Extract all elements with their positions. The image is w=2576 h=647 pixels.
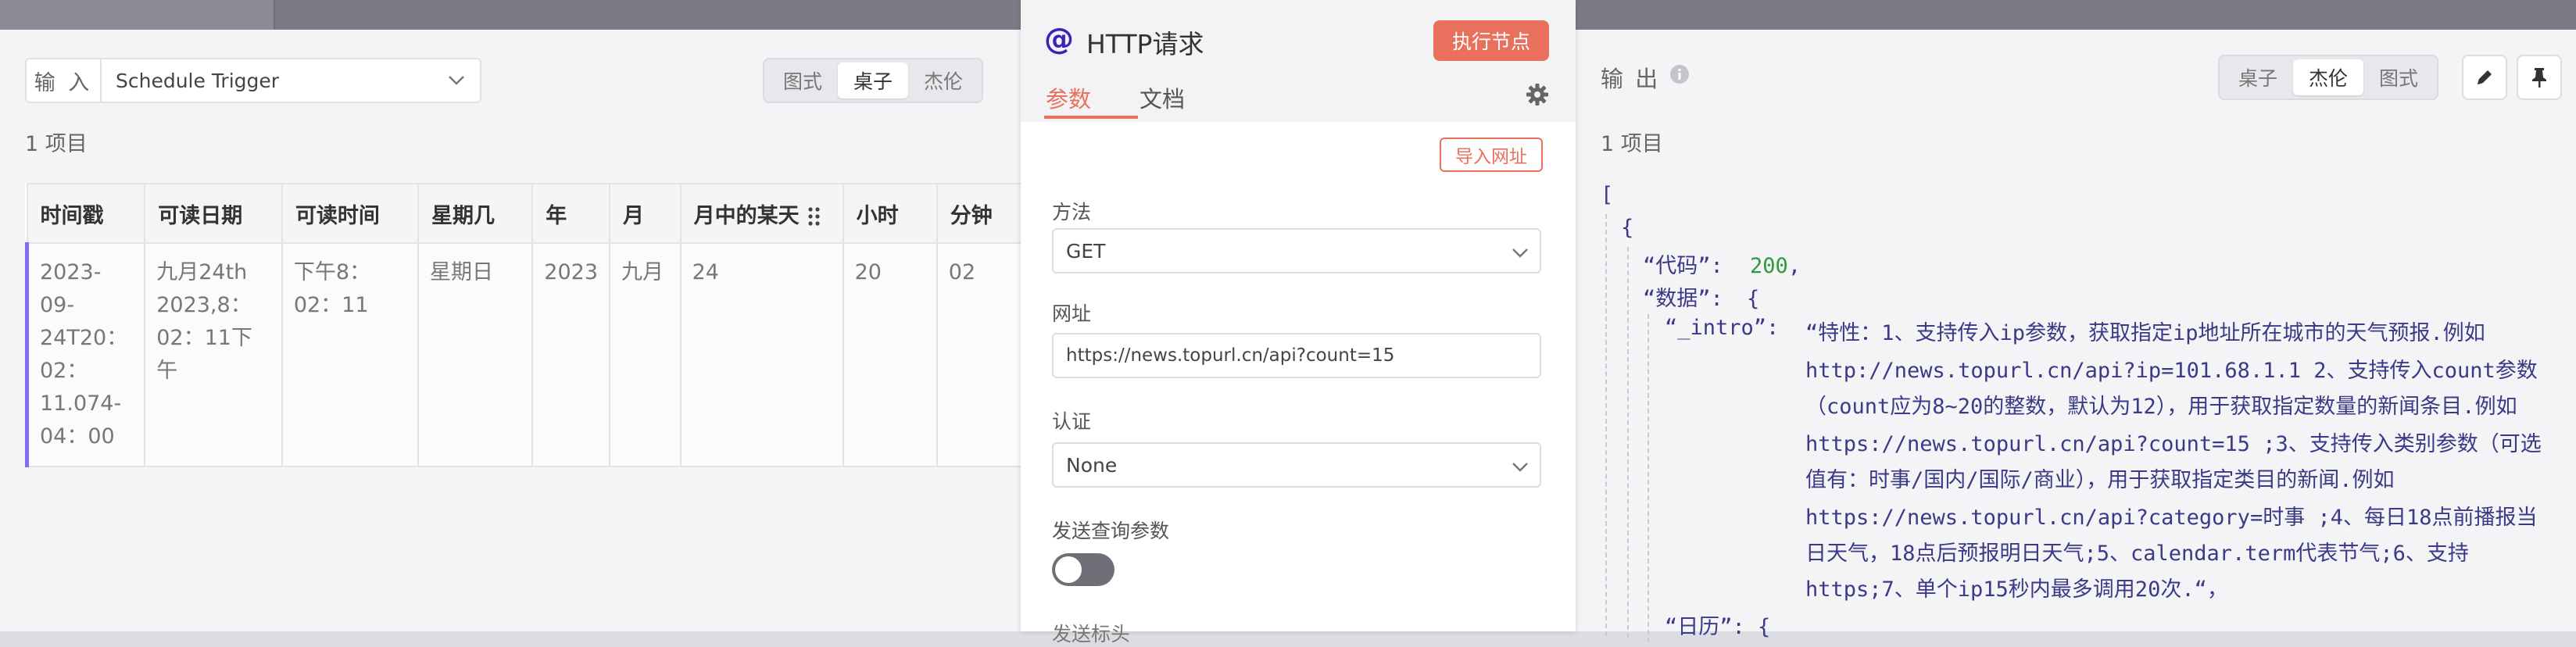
gear-icon[interactable] bbox=[1526, 83, 1549, 109]
edit-output-button[interactable] bbox=[2462, 55, 2507, 100]
output-panel: 输 出 桌子 杰伦 图式 1 项目 [ { “代码”: 200, “数据”: {… bbox=[1576, 30, 2576, 642]
column-header-day-of-month[interactable]: 月中的某天 bbox=[679, 183, 844, 244]
column-header-minute[interactable]: 分钟 bbox=[936, 183, 1032, 244]
pencil-icon bbox=[2478, 70, 2492, 84]
toggle-knob bbox=[1055, 556, 1082, 583]
json-string-line: （count应为8~20的整数，默认为12），用于获取指定数量的新闻条目.例如 bbox=[1805, 395, 2517, 419]
output-title: 输 出 bbox=[1601, 66, 1661, 92]
json-key: “日历”: { bbox=[1665, 615, 1771, 639]
method-label: 方法 bbox=[1052, 201, 1092, 223]
url-input[interactable]: https://news.topurl.cn/api?count=15 bbox=[1052, 333, 1541, 378]
chevron-down-icon bbox=[1512, 455, 1529, 477]
input-view-schema[interactable]: 图式 bbox=[767, 63, 838, 98]
execute-node-button[interactable]: 执行节点 bbox=[1433, 20, 1549, 61]
tab-parameters[interactable]: 参数 bbox=[1046, 81, 1091, 114]
send-query-label: 发送查询参数 bbox=[1052, 520, 1170, 542]
import-url-button[interactable]: 导入网址 bbox=[1440, 138, 1543, 172]
input-label: 输 入 bbox=[27, 59, 102, 102]
json-string-line: 值有：时事/国内/国际/商业），用于获取指定类目的新闻.例如 bbox=[1805, 468, 2395, 492]
json-code-line: “代码”: 200, bbox=[1643, 248, 1801, 279]
cell-month: 九月 bbox=[609, 242, 682, 467]
cell-weekday: 星期日 bbox=[417, 242, 534, 467]
send-headers-label: 发送标头 bbox=[1052, 623, 1131, 645]
chevron-down-icon bbox=[433, 75, 480, 86]
pin-data-button[interactable] bbox=[2517, 55, 2562, 100]
json-string-line: 日天气，18点后预报明日天气;5、calendar.term代表节气;6、支持 bbox=[1805, 542, 2469, 566]
column-header-weekday[interactable]: 星期几 bbox=[417, 183, 534, 244]
output-view-switcher: 桌子 杰伦 图式 bbox=[2218, 55, 2439, 100]
input-item-count: 1 项目 bbox=[25, 132, 88, 156]
cell-minute: 02 bbox=[936, 242, 1032, 467]
json-number: 200 bbox=[1750, 254, 1788, 278]
cell-readable-date: 九月24th 2023,8： 02：11下午 bbox=[144, 242, 283, 467]
url-label: 网址 bbox=[1052, 302, 1092, 325]
tab-docs[interactable]: 文档 bbox=[1140, 81, 1185, 114]
info-icon[interactable] bbox=[1669, 64, 1690, 88]
dialog-header: @ HTTP请求 执行节点 参数 文档 bbox=[1021, 0, 1576, 122]
at-sign-icon: @ bbox=[1044, 22, 1074, 56]
input-data-table: 时间戳 可读日期 可读时间 星期几 年 月 月中的某天 小时 分钟 2023-0… bbox=[25, 183, 1032, 467]
method-select[interactable]: GET bbox=[1052, 228, 1541, 273]
input-panel: 输 入 Schedule Trigger 图式 桌子 杰伦 1 项目 时间戳 可… bbox=[0, 30, 1032, 631]
json-string-line: https;7、单个ip15秒内最多调用20次.“， bbox=[1805, 577, 2228, 602]
drag-handle-icon[interactable] bbox=[807, 206, 821, 227]
json-guide-line bbox=[1627, 247, 1629, 638]
top-bar-left bbox=[0, 0, 275, 30]
column-header-month[interactable]: 月 bbox=[609, 183, 682, 244]
auth-label: 认证 bbox=[1052, 410, 1092, 433]
json-string-line: “特性：1、支持传入ip参数，获取指定ip地址所在城市的天气预报.例如 bbox=[1805, 321, 2485, 345]
cell-timestamp: 2023-09- 24T20： 02： 11.074- 04：00 bbox=[25, 242, 146, 467]
input-view-json[interactable]: 杰伦 bbox=[908, 63, 979, 98]
table-row: 2023-09- 24T20： 02： 11.074- 04：00 九月24th… bbox=[25, 242, 1032, 467]
json-open-bracket: [ bbox=[1601, 183, 1614, 207]
active-tab-indicator bbox=[1044, 116, 1138, 119]
json-comma: , bbox=[1787, 254, 1801, 278]
method-value: GET bbox=[1066, 239, 1106, 263]
input-node-value: Schedule Trigger bbox=[116, 69, 280, 92]
json-string-line: http://news.topurl.cn/api?ip=101.68.1.1 … bbox=[1805, 359, 2538, 383]
json-key: “_intro”: bbox=[1665, 316, 1780, 340]
cell-year: 2023 bbox=[531, 242, 611, 467]
column-header-day-of-month-label: 月中的某天 bbox=[693, 203, 800, 228]
json-key: “代码”: bbox=[1643, 254, 1723, 278]
column-header-timestamp[interactable]: 时间戳 bbox=[26, 183, 146, 244]
input-view-switcher: 图式 桌子 杰伦 bbox=[763, 58, 984, 103]
column-header-year[interactable]: 年 bbox=[531, 183, 611, 244]
input-node-select[interactable]: 输 入 Schedule Trigger bbox=[25, 58, 481, 103]
json-string-line: https://news.topurl.cn/api?count=15 ;3、支… bbox=[1805, 432, 2542, 456]
http-request-node-dialog: @ HTTP请求 执行节点 参数 文档 导入网址 方法 GET 网址 https… bbox=[1021, 0, 1576, 645]
json-key: “数据”: bbox=[1643, 287, 1723, 311]
json-open-brace: { bbox=[1621, 216, 1634, 240]
chevron-down-icon bbox=[1512, 241, 1529, 263]
column-header-readable-time[interactable]: 可读时间 bbox=[281, 183, 419, 244]
cell-day-of-month: 24 bbox=[679, 242, 844, 467]
auth-select[interactable]: None bbox=[1052, 442, 1541, 488]
column-header-readable-date[interactable]: 可读日期 bbox=[144, 183, 283, 244]
json-data-line: “数据”: { bbox=[1643, 281, 1759, 312]
dialog-title: HTTP请求 bbox=[1086, 29, 1204, 59]
send-query-toggle[interactable] bbox=[1052, 553, 1114, 586]
json-string-line: https://news.topurl.cn/api?category=时事 ;… bbox=[1805, 506, 2538, 530]
output-view-schema[interactable]: 图式 bbox=[2363, 59, 2434, 95]
output-item-count: 1 项目 bbox=[1601, 132, 1663, 156]
json-guide-line bbox=[1605, 214, 1607, 636]
auth-value: None bbox=[1066, 453, 1118, 477]
output-view-table[interactable]: 桌子 bbox=[2223, 59, 2293, 95]
cell-readable-time: 下午8： 02：11 bbox=[281, 242, 419, 467]
cell-hour: 20 bbox=[842, 242, 938, 467]
json-guide-line bbox=[1648, 314, 1649, 642]
column-header-hour[interactable]: 小时 bbox=[842, 183, 938, 244]
pin-icon bbox=[2532, 68, 2546, 88]
input-view-table[interactable]: 桌子 bbox=[838, 63, 909, 98]
output-view-json[interactable]: 杰伦 bbox=[2293, 59, 2364, 95]
json-brace: { bbox=[1747, 287, 1760, 311]
